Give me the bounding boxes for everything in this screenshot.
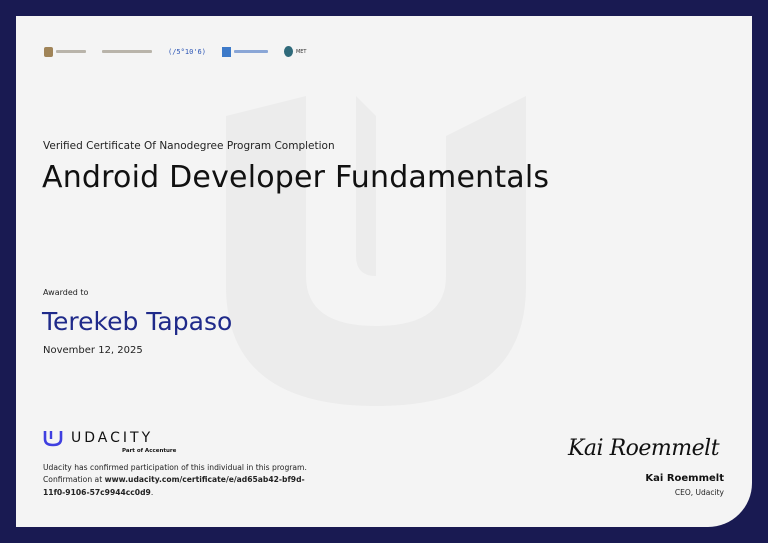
- recipient-name: Terekeb Tapaso: [42, 307, 233, 336]
- awarded-label: Awarded to: [43, 288, 89, 297]
- confirmation-text: Udacity has confirmed participation of t…: [43, 462, 313, 499]
- brand-tagline: Part of Accenture: [122, 448, 177, 454]
- signature-script: Kai Roemmelt: [568, 436, 720, 461]
- completion-date: November 12, 2025: [43, 345, 143, 356]
- certificate-subtitle: Verified Certificate Of Nanodegree Progr…: [43, 140, 335, 152]
- ministry-building-logo: [221, 46, 268, 57]
- udacity-logo: UDACITY: [43, 429, 153, 447]
- confirmation-suffix: .: [150, 487, 154, 497]
- uae-emblem-logo: [44, 46, 86, 57]
- certificate-card: (/5°10'6) MET Verified Certificate Of Na…: [16, 16, 752, 527]
- udacity-wordmark: UDACITY: [71, 430, 154, 446]
- udacity-watermark-icon: [226, 96, 526, 406]
- met-logo: MET: [283, 46, 306, 57]
- signer-name: Kai Roemmelt: [645, 473, 724, 484]
- signature-image: Kai Roemmelt: [568, 436, 720, 461]
- udacity-u-icon: [43, 431, 63, 447]
- signer-role: CEO, Udacity: [674, 488, 724, 497]
- arabic-ministry-logo: [102, 50, 152, 53]
- 5-10-6-logo: (/5°10'6): [168, 47, 206, 56]
- partner-logos: (/5°10'6) MET: [44, 46, 306, 57]
- program-title: Android Developer Fundamentals: [42, 160, 550, 195]
